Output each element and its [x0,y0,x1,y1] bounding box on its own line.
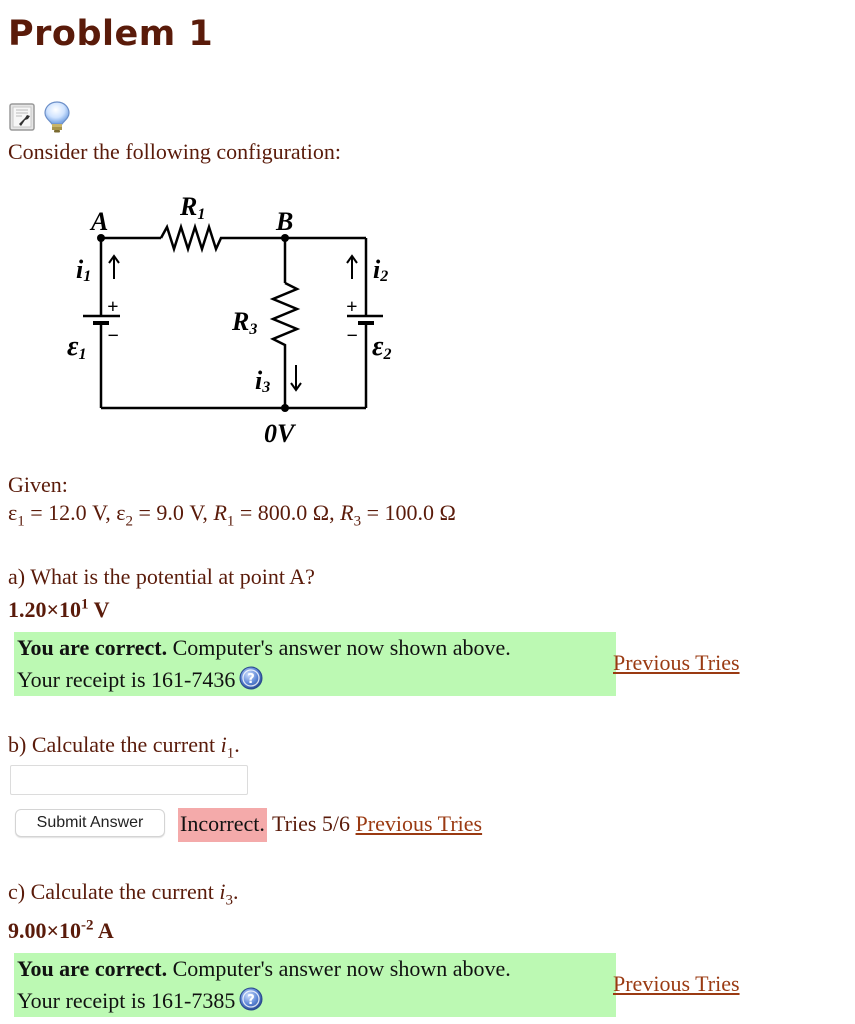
question-a-receipt: Your receipt is 161-7436 [17,667,236,692]
node-a-label: A [89,207,108,236]
question-a-feedback: You are correct. Computer's answer now s… [14,632,616,696]
given-e2: ε2 = 9.0 V, [116,500,214,530]
incorrect-badge: Incorrect. [178,808,267,842]
i3-arrow-icon [290,365,302,392]
question-a-prompt: a) What is the potential at point A? [8,564,315,589]
question-b-prompt: b) Calculate the current i1. [8,732,240,762]
lightbulb-hint-icon[interactable] [42,100,72,134]
given-r3: R3 = 100.0 Ω [340,500,456,530]
i2-arrow-icon [346,254,358,279]
i1-arrow-icon [108,254,120,279]
ground-node-dot [281,404,289,412]
question-c-previous-tries-link[interactable]: Previous Tries [613,971,740,997]
svg-text:?: ? [248,672,256,687]
question-c-feedback: You are correct. Computer's answer now s… [14,953,616,1017]
intro-text: Consider the following configuration: [8,139,341,164]
given-values: ε1 = 12.0 V, ε2 = 9.0 V, R1 = 800.0 Ω, R… [8,500,456,530]
question-c-answer: 9.00×10-2 A [8,917,114,943]
tries-count: Tries 5/6 [266,811,356,836]
r1-label: R1 [179,192,205,223]
question-c-prompt: c) Calculate the current i3. [8,879,239,909]
resistor-r3 [269,281,301,408]
answer-input-b[interactable] [10,765,248,795]
help-icon[interactable]: ? [239,987,263,1011]
i3-label: i3 [255,366,270,396]
ground-label: 0V [264,419,297,448]
submit-answer-button[interactable]: Submit Answer [15,809,165,837]
node-b-label: B [275,207,293,236]
problem-tools [8,100,72,134]
e2-plus-sign: + [346,296,357,318]
question-a-previous-tries-link[interactable]: Previous Tries [613,650,740,676]
question-b-status: Incorrect. Tries 5/6 Previous Tries [178,805,482,843]
question-b-previous-tries-link[interactable]: Previous Tries [356,811,483,836]
r3-label: R3 [231,307,257,338]
question-a-answer: 1.20×101 V [8,596,110,622]
e1-minus-sign: − [107,325,119,347]
i1-label: i1 [76,255,91,285]
circuit-diagram: A B R1 R3 i1 i2 i3 ε1 ε2 + − + − 0V [67,192,391,448]
e1-plus-sign: + [107,296,118,318]
tools-icon[interactable] [8,100,38,134]
given-e1: ε1 = 12.0 V, [8,500,117,530]
e2-minus-sign: − [346,325,358,347]
given-label: Given: [8,472,68,497]
resistor-r1 [159,222,233,254]
e2-label: ε2 [372,331,391,363]
given-r1: R1 = 800.0 Ω, [213,500,341,530]
problem-title: Problem 1 [8,14,214,54]
e1-label: ε1 [67,331,86,363]
i2-label: i2 [373,255,388,285]
help-icon[interactable]: ? [239,666,263,690]
question-c-receipt: Your receipt is 161-7385 [17,988,236,1013]
svg-text:?: ? [248,993,256,1008]
